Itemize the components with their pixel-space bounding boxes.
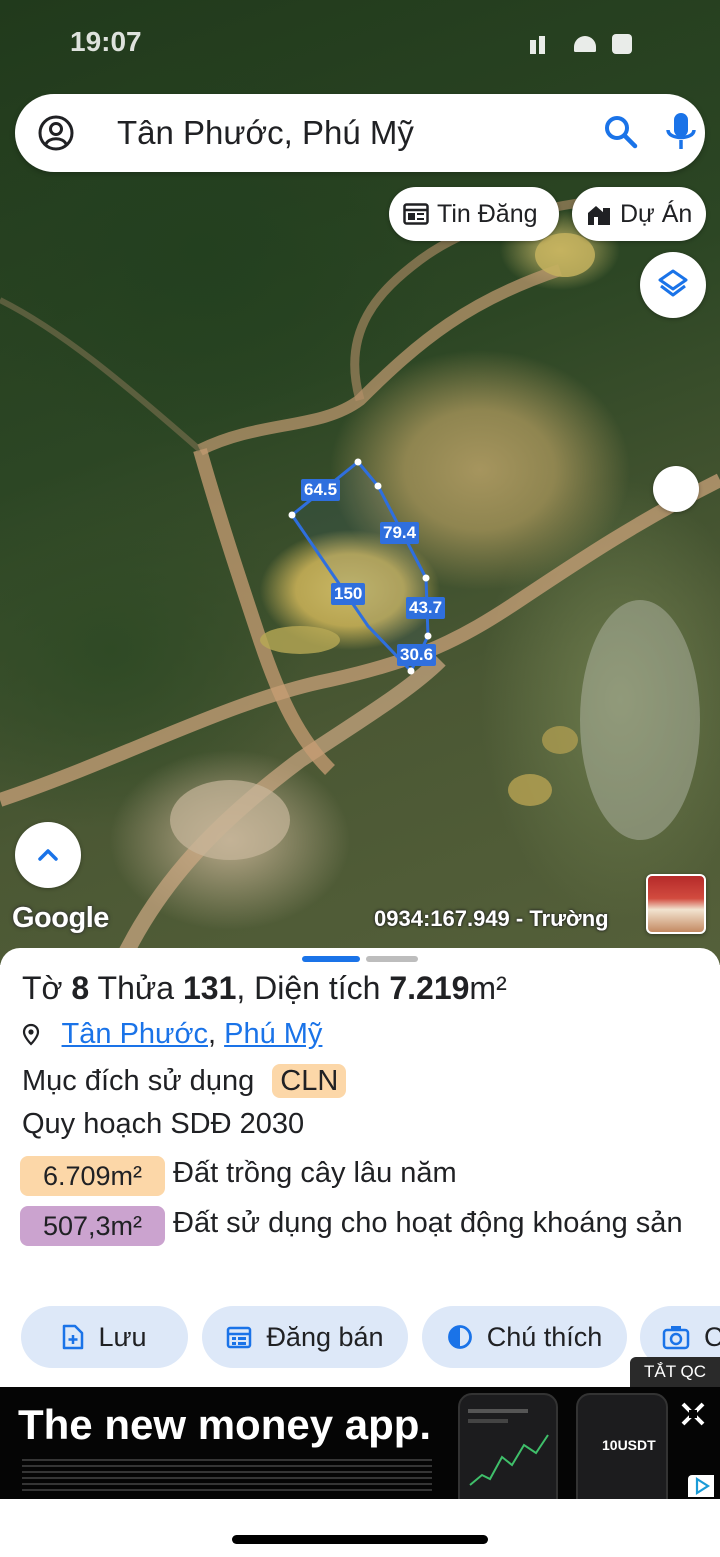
hide-ad-button[interactable]: TẮT QC bbox=[630, 1357, 720, 1387]
purpose-code-badge: CLN bbox=[272, 1064, 347, 1098]
post-for-sale-button[interactable]: Đăng bán bbox=[202, 1306, 408, 1368]
google-logo: Google bbox=[12, 902, 109, 934]
save-button[interactable]: Lưu bbox=[21, 1306, 188, 1368]
ad-close-icon[interactable] bbox=[680, 1401, 706, 1427]
contact-watermark: 0934:167.949 - Trường bbox=[374, 906, 609, 931]
layers-icon bbox=[658, 269, 688, 297]
search-bar[interactable]: Tân Phước, Phú Mỹ bbox=[15, 94, 705, 172]
parcel-edge-label: 64.5 bbox=[301, 479, 341, 501]
ad-phone-image-2: 10USDT bbox=[576, 1393, 668, 1499]
zoning-plan-heading: Quy hoạch SDĐ 2030 bbox=[22, 1108, 305, 1140]
wifi-icon bbox=[574, 36, 596, 52]
account-icon[interactable] bbox=[37, 114, 75, 152]
search-icon[interactable] bbox=[601, 112, 641, 152]
purpose-label: Mục đích sử dụng bbox=[22, 1065, 255, 1097]
projects-chip-label: Dự Án bbox=[620, 199, 693, 228]
commune-link[interactable]: Tân Phước bbox=[62, 1018, 208, 1050]
play-triangle-icon bbox=[695, 1476, 711, 1496]
parcel-edge-label: 43.7 bbox=[406, 597, 446, 619]
sheet-drag-handle[interactable] bbox=[302, 956, 360, 962]
mic-icon[interactable] bbox=[663, 110, 699, 154]
chevron-up-icon bbox=[38, 849, 58, 861]
parcel-info-sheet: Tờ 8 Thửa 131, Diện tích 7.219m² Tân Phư… bbox=[0, 948, 720, 1388]
contrast-icon bbox=[447, 1325, 472, 1349]
area-unit: m² bbox=[469, 970, 507, 1006]
home-indicator[interactable] bbox=[232, 1535, 488, 1544]
layers-button[interactable] bbox=[640, 252, 706, 318]
ad-chart-image bbox=[468, 1409, 549, 1486]
listing-icon bbox=[403, 203, 429, 225]
status-time: 19:07 bbox=[70, 26, 142, 57]
calendar-icon bbox=[227, 1326, 252, 1349]
parcel-edge-label: 30.6 bbox=[397, 644, 437, 666]
zone-area-badge: 507,3m² bbox=[20, 1206, 165, 1246]
post-for-sale-label: Đăng bán bbox=[266, 1321, 384, 1352]
map-side-handle[interactable] bbox=[653, 466, 699, 512]
ad-headline: The new money app. bbox=[18, 1401, 432, 1448]
battery-icon bbox=[612, 34, 632, 54]
legend-button[interactable]: Chú thích bbox=[422, 1306, 627, 1368]
sheet-page-indicator[interactable] bbox=[366, 956, 418, 962]
ad-banner[interactable]: The new money app. 10USDT bbox=[0, 1387, 720, 1499]
action-buttons-row: Lưu Đăng bán Chú thích C bbox=[0, 1306, 720, 1370]
add-file-icon bbox=[63, 1324, 84, 1350]
plot-number: 131 bbox=[182, 970, 237, 1006]
search-input[interactable]: Tân Phước, Phú Mỹ bbox=[117, 114, 414, 152]
save-button-label: Lưu bbox=[98, 1321, 147, 1352]
zone-area-badge: 6.709m² bbox=[20, 1156, 165, 1196]
location-row: Tân Phước, Phú Mỹ bbox=[22, 1018, 322, 1051]
district-link[interactable]: Phú Mỹ bbox=[224, 1018, 322, 1050]
promo-thumbnail[interactable] bbox=[646, 874, 706, 934]
parcel-title: Tờ 8 Thửa 131, Diện tích 7.219m² bbox=[22, 970, 507, 1007]
projects-chip[interactable]: Dự Án bbox=[572, 187, 706, 241]
adchoices-icon[interactable] bbox=[688, 1475, 714, 1497]
sheet-number: 8 bbox=[71, 970, 90, 1006]
listings-chip[interactable]: Tin Đăng bbox=[389, 187, 559, 241]
listings-chip-label: Tin Đăng bbox=[437, 199, 538, 228]
ad-phone-image bbox=[458, 1393, 558, 1499]
sheet-prefix: Tờ bbox=[22, 970, 63, 1006]
status-icons bbox=[530, 30, 660, 56]
camera-button-label: C bbox=[704, 1321, 720, 1352]
building-icon bbox=[588, 206, 610, 225]
parcel-edge-label: 79.4 bbox=[380, 522, 420, 544]
parcel-edge-label: 150 bbox=[331, 583, 366, 605]
location-separator: , bbox=[207, 1018, 225, 1050]
ad-phone-balance: 10USDT bbox=[602, 1437, 656, 1453]
location-pin-icon bbox=[22, 1024, 40, 1046]
land-use-purpose: Mục đích sử dụng CLN bbox=[22, 1064, 347, 1098]
signal-icon bbox=[530, 40, 536, 54]
zone-description: Đất trồng cây lâu năm bbox=[173, 1157, 457, 1189]
ad-fine-print bbox=[22, 1459, 432, 1493]
map-view[interactable]: 64.5 79.4 150 43.7 30.6 19:07 Tân Phước,… bbox=[0, 0, 720, 965]
camera-icon bbox=[662, 1326, 690, 1350]
signal-icon bbox=[539, 36, 545, 54]
expand-up-button[interactable] bbox=[15, 822, 81, 888]
zone-description: Đất sử dụng cho hoạt động khoáng sản bbox=[173, 1207, 683, 1239]
status-bar: 19:07 bbox=[0, 0, 720, 80]
plot-label: Thửa bbox=[97, 970, 175, 1006]
legend-button-label: Chú thích bbox=[486, 1321, 603, 1352]
area-label: , Diện tích bbox=[236, 970, 381, 1006]
area-value: 7.219 bbox=[389, 970, 470, 1006]
